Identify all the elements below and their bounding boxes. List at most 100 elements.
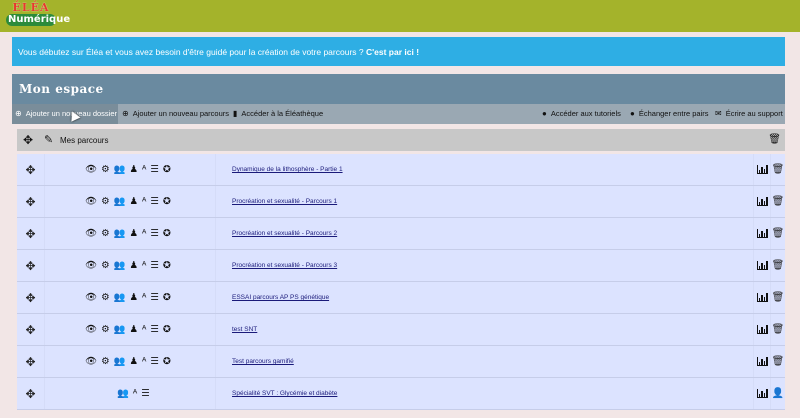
user-button[interactable]: 👤 — [771, 378, 785, 409]
drag-handle[interactable]: ✥ — [17, 154, 44, 185]
gears-icon[interactable]: ⚙ — [101, 356, 110, 368]
delete-button[interactable]: 🗑 — [771, 314, 785, 345]
translate-icon[interactable]: ᴬ — [142, 196, 146, 208]
move-icon[interactable]: ✥ — [25, 323, 35, 337]
tutorials-link[interactable]: ● Accéder aux tutoriels — [542, 104, 621, 124]
stats-button[interactable] — [754, 154, 770, 185]
drag-handle[interactable]: ✥ — [17, 346, 44, 377]
move-icon[interactable]: ✥ — [25, 387, 35, 401]
eye-icon[interactable]: 👁 — [85, 292, 97, 304]
drag-handle[interactable]: ✥ — [17, 378, 44, 409]
course-title-link[interactable]: ESSAI parcours AP PS génétique — [232, 294, 329, 301]
delete-button[interactable]: 🗑 — [771, 218, 785, 249]
course-title-link[interactable]: Spécialité SVT : Glycémie et diabète — [232, 390, 337, 397]
person-icon[interactable]: ♟ — [129, 356, 138, 368]
eye-icon[interactable]: 👁 — [85, 356, 97, 368]
badge-icon[interactable]: ✪ — [163, 228, 171, 240]
group-icon[interactable]: 👥 — [114, 228, 126, 240]
group-icon[interactable]: 👥 — [114, 292, 126, 304]
move-icon[interactable]: ✥ — [25, 195, 35, 209]
edit-icon[interactable]: ✎ — [44, 133, 53, 146]
support-link[interactable]: ✉ Écrire au support — [715, 104, 783, 124]
group-icon[interactable]: 👥 — [117, 388, 129, 400]
list-icon[interactable]: ☰ — [150, 356, 159, 368]
gears-icon[interactable]: ⚙ — [101, 324, 110, 336]
translate-icon[interactable]: ᴬ — [142, 324, 146, 336]
badge-icon[interactable]: ✪ — [163, 356, 171, 368]
eye-icon[interactable]: 👁 — [85, 196, 97, 208]
elea-logo[interactable]: ÉLÉA Numérique — [6, 2, 70, 30]
delete-button[interactable]: 🗑 — [771, 186, 785, 217]
translate-icon[interactable]: ᴬ — [142, 228, 146, 240]
gears-icon[interactable]: ⚙ — [101, 196, 110, 208]
badge-icon[interactable]: ✪ — [163, 196, 171, 208]
badge-icon[interactable]: ✪ — [163, 324, 171, 336]
translate-icon[interactable]: ᴬ — [142, 292, 146, 304]
drag-handle[interactable]: ✥ — [17, 250, 44, 281]
eye-icon[interactable]: 👁 — [85, 260, 97, 272]
translate-icon[interactable]: ᴬ — [142, 356, 146, 368]
move-icon[interactable]: ✥ — [25, 291, 35, 305]
course-title-link[interactable]: Test parcours gamifié — [232, 358, 294, 365]
eye-icon[interactable]: 👁 — [85, 324, 97, 336]
translate-icon[interactable]: ᴬ — [142, 164, 146, 176]
move-icon[interactable]: ✥ — [25, 227, 35, 241]
delete-button[interactable]: 🗑 — [771, 346, 785, 377]
person-icon[interactable]: ♟ — [129, 324, 138, 336]
stats-button[interactable] — [754, 282, 770, 313]
delete-button[interactable]: 🗑 — [771, 250, 785, 281]
course-title-link[interactable]: Procréation et sexualité - Parcours 1 — [232, 198, 337, 205]
list-icon[interactable]: ☰ — [150, 260, 159, 272]
stats-button[interactable] — [754, 346, 770, 377]
move-icon[interactable]: ✥ — [25, 163, 35, 177]
gears-icon[interactable]: ⚙ — [101, 164, 110, 176]
move-icon[interactable]: ✥ — [25, 259, 35, 273]
stats-button[interactable] — [754, 250, 770, 281]
peers-link[interactable]: ● Échanger entre pairs — [630, 104, 708, 124]
drag-handle[interactable]: ✥ — [17, 314, 44, 345]
course-title-link[interactable]: Procréation et sexualité - Parcours 2 — [232, 230, 337, 237]
drag-handle[interactable]: ✥ — [17, 218, 44, 249]
library-button[interactable]: ▮ Accéder à la Éléathèque — [233, 104, 323, 124]
course-title-link[interactable]: test SNT — [232, 326, 257, 333]
list-icon[interactable]: ☰ — [150, 324, 159, 336]
person-icon[interactable]: ♟ — [129, 292, 138, 304]
list-icon[interactable]: ☰ — [150, 228, 159, 240]
list-icon[interactable]: ☰ — [141, 388, 150, 400]
group-icon[interactable]: 👥 — [114, 196, 126, 208]
person-icon[interactable]: ♟ — [129, 196, 138, 208]
group-icon[interactable]: 👥 — [114, 260, 126, 272]
group-icon[interactable]: 👥 — [114, 324, 126, 336]
stats-button[interactable] — [754, 314, 770, 345]
badge-icon[interactable]: ✪ — [163, 292, 171, 304]
gears-icon[interactable]: ⚙ — [101, 228, 110, 240]
person-icon[interactable]: ♟ — [129, 260, 138, 272]
add-course-button[interactable]: ⊕ Ajouter un nouveau parcours — [122, 104, 229, 124]
drag-handle[interactable]: ✥ — [17, 186, 44, 217]
stats-button[interactable] — [754, 186, 770, 217]
eye-icon[interactable]: 👁 — [85, 228, 97, 240]
gears-icon[interactable]: ⚙ — [101, 292, 110, 304]
list-icon[interactable]: ☰ — [150, 164, 159, 176]
badge-icon[interactable]: ✪ — [163, 260, 171, 272]
badge-icon[interactable]: ✪ — [163, 164, 171, 176]
onboarding-link[interactable]: C'est par ici ! — [366, 47, 419, 57]
person-icon[interactable]: ♟ — [129, 228, 138, 240]
group-icon[interactable]: 👥 — [114, 356, 126, 368]
gears-icon[interactable]: ⚙ — [101, 260, 110, 272]
delete-button[interactable]: 🗑 — [771, 282, 785, 313]
list-icon[interactable]: ☰ — [150, 292, 159, 304]
course-title-link[interactable]: Dynamique de la lithosphère - Partie 1 — [232, 166, 343, 173]
move-icon[interactable]: ✥ — [23, 133, 33, 147]
trash-icon[interactable]: 🗑 — [768, 134, 781, 145]
drag-handle[interactable]: ✥ — [17, 282, 44, 313]
add-folder-button[interactable]: ⊕ Ajouter un nouveau dossier — [12, 104, 118, 124]
list-icon[interactable]: ☰ — [150, 196, 159, 208]
stats-button[interactable] — [754, 218, 770, 249]
person-icon[interactable]: ♟ — [129, 164, 138, 176]
translate-icon[interactable]: ᴬ — [133, 388, 137, 400]
group-icon[interactable]: 👥 — [114, 164, 126, 176]
course-title-link[interactable]: Procréation et sexualité - Parcours 3 — [232, 262, 337, 269]
stats-button[interactable] — [754, 378, 770, 409]
delete-button[interactable]: 🗑 — [771, 154, 785, 185]
